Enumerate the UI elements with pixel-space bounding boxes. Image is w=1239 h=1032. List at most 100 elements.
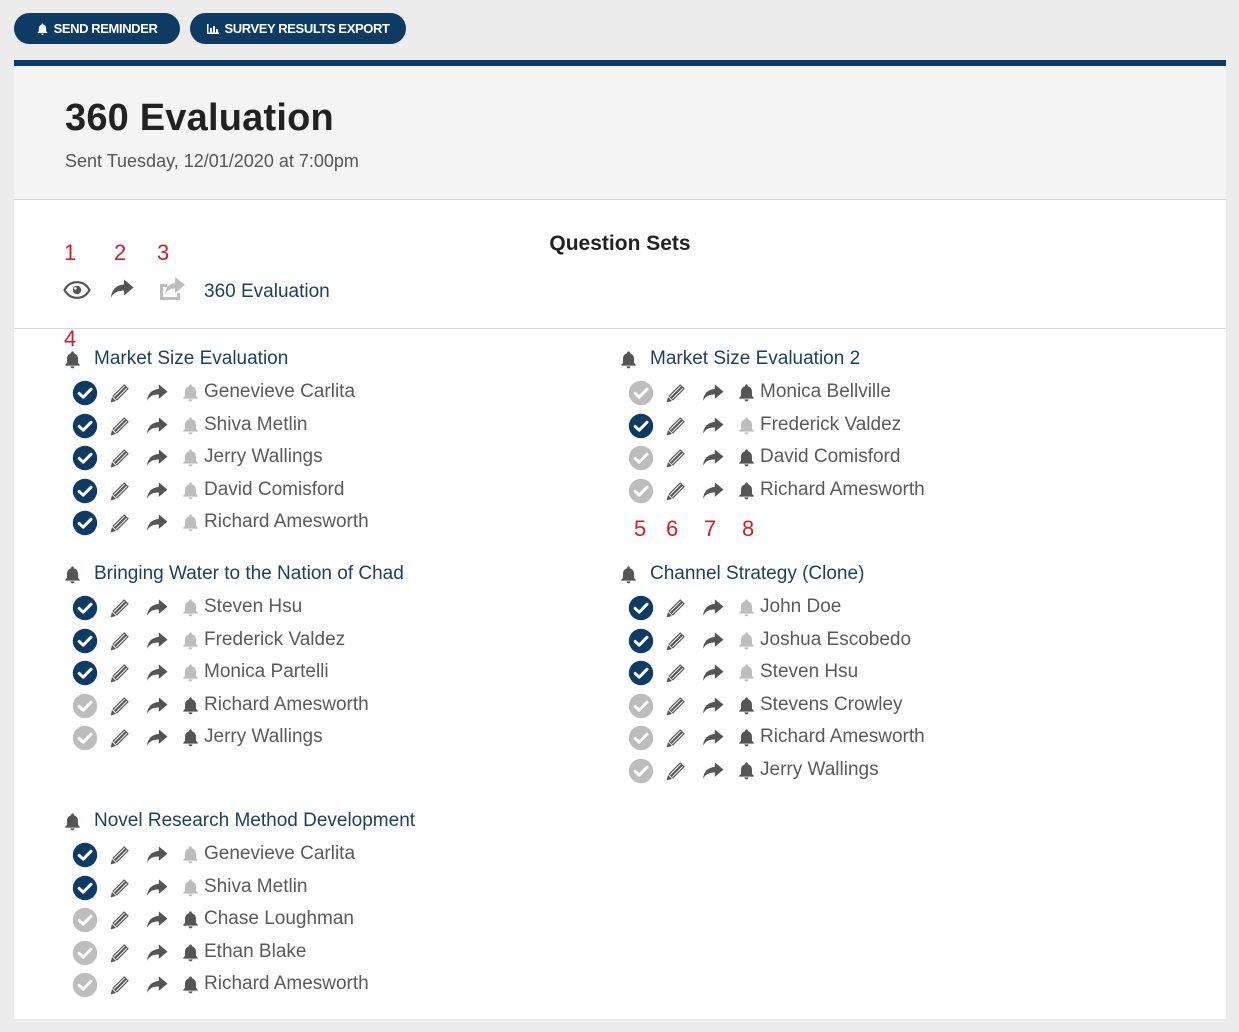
pencil-icon[interactable]: [109, 597, 131, 619]
group-bell-icon[interactable]: [63, 565, 82, 584]
check-circle-pending-icon[interactable]: [628, 445, 654, 471]
pencil-icon[interactable]: [665, 480, 687, 502]
check-circle-icon[interactable]: [72, 875, 98, 901]
pencil-icon[interactable]: [109, 909, 131, 931]
group-title-link[interactable]: Market Size Evaluation 2: [650, 348, 860, 370]
send-reminder-button[interactable]: SEND REMINDER: [14, 13, 180, 44]
share-icon[interactable]: [701, 416, 725, 436]
share-icon[interactable]: [701, 383, 725, 403]
reminder-bell-icon[interactable]: [181, 513, 200, 532]
pencil-icon[interactable]: [665, 695, 687, 717]
group-bell-icon[interactable]: [63, 350, 82, 369]
reminder-bell-icon[interactable]: [737, 728, 756, 747]
check-circle-pending-icon[interactable]: [72, 725, 98, 751]
reminder-bell-icon[interactable]: [181, 631, 200, 650]
check-circle-icon[interactable]: [72, 660, 98, 686]
pencil-icon[interactable]: [109, 844, 131, 866]
share-icon[interactable]: [145, 878, 169, 898]
group-bell-icon[interactable]: [63, 812, 82, 831]
pencil-icon[interactable]: [109, 662, 131, 684]
reminder-bell-icon[interactable]: [737, 696, 756, 715]
share-icon[interactable]: [145, 481, 169, 501]
reminder-bell-icon[interactable]: [737, 631, 756, 650]
share-icon[interactable]: [145, 416, 169, 436]
pencil-icon[interactable]: [109, 877, 131, 899]
pencil-icon[interactable]: [109, 695, 131, 717]
pencil-icon[interactable]: [109, 480, 131, 502]
pencil-icon[interactable]: [665, 727, 687, 749]
check-circle-icon[interactable]: [72, 413, 98, 439]
share-icon[interactable]: [701, 481, 725, 501]
check-circle-icon[interactable]: [628, 595, 654, 621]
reminder-bell-icon[interactable]: [181, 481, 200, 500]
share-icon[interactable]: [701, 448, 725, 468]
reminder-bell-icon[interactable]: [737, 761, 756, 780]
reminder-bell-icon[interactable]: [181, 845, 200, 864]
check-circle-pending-icon[interactable]: [628, 725, 654, 751]
share-icon[interactable]: [145, 943, 169, 963]
share-icon[interactable]: [701, 761, 725, 781]
check-circle-pending-icon[interactable]: [628, 478, 654, 504]
pencil-icon[interactable]: [109, 630, 131, 652]
share-icon[interactable]: [701, 663, 725, 683]
share-icon[interactable]: [701, 631, 725, 651]
reminder-bell-icon[interactable]: [737, 598, 756, 617]
check-circle-pending-icon[interactable]: [72, 907, 98, 933]
group-title-link[interactable]: Bringing Water to the Nation of Chad: [94, 563, 404, 585]
check-circle-pending-icon[interactable]: [72, 972, 98, 998]
reminder-bell-icon[interactable]: [181, 728, 200, 747]
pencil-icon[interactable]: [665, 415, 687, 437]
reminder-bell-icon[interactable]: [181, 663, 200, 682]
group-title-link[interactable]: Channel Strategy (Clone): [650, 563, 864, 585]
pencil-icon[interactable]: [665, 662, 687, 684]
check-circle-pending-icon[interactable]: [72, 693, 98, 719]
group-title-link[interactable]: Novel Research Method Development: [94, 810, 415, 832]
check-circle-icon[interactable]: [628, 628, 654, 654]
pencil-icon[interactable]: [665, 760, 687, 782]
eye-icon[interactable]: [63, 281, 91, 299]
pencil-icon[interactable]: [665, 597, 687, 619]
check-circle-pending-icon[interactable]: [628, 758, 654, 784]
check-circle-icon[interactable]: [72, 842, 98, 868]
question-set-link[interactable]: 360 Evaluation: [204, 281, 330, 303]
share-icon[interactable]: [701, 728, 725, 748]
check-circle-icon[interactable]: [628, 413, 654, 439]
check-circle-pending-icon[interactable]: [628, 693, 654, 719]
share-icon[interactable]: [145, 696, 169, 716]
check-circle-pending-icon[interactable]: [72, 940, 98, 966]
share-icon[interactable]: [109, 278, 135, 300]
reminder-bell-icon[interactable]: [737, 416, 756, 435]
reminder-bell-icon[interactable]: [737, 481, 756, 500]
pencil-icon[interactable]: [109, 974, 131, 996]
reminder-bell-icon[interactable]: [737, 448, 756, 467]
pencil-icon[interactable]: [109, 382, 131, 404]
reminder-bell-icon[interactable]: [181, 696, 200, 715]
share-icon[interactable]: [145, 631, 169, 651]
share-square-icon[interactable]: [157, 276, 187, 302]
reminder-bell-icon[interactable]: [181, 910, 200, 929]
pencil-icon[interactable]: [665, 447, 687, 469]
share-icon[interactable]: [145, 728, 169, 748]
check-circle-icon[interactable]: [72, 628, 98, 654]
reminder-bell-icon[interactable]: [737, 383, 756, 402]
share-icon[interactable]: [145, 845, 169, 865]
check-circle-icon[interactable]: [72, 380, 98, 406]
share-icon[interactable]: [145, 910, 169, 930]
pencil-icon[interactable]: [665, 382, 687, 404]
reminder-bell-icon[interactable]: [181, 943, 200, 962]
reminder-bell-icon[interactable]: [181, 383, 200, 402]
survey-results-export-button[interactable]: SURVEY RESULTS EXPORT: [190, 13, 406, 44]
check-circle-icon[interactable]: [72, 478, 98, 504]
group-title-link[interactable]: Market Size Evaluation: [94, 348, 288, 370]
share-icon[interactable]: [145, 975, 169, 995]
check-circle-icon[interactable]: [72, 445, 98, 471]
check-circle-pending-icon[interactable]: [628, 380, 654, 406]
pencil-icon[interactable]: [665, 630, 687, 652]
share-icon[interactable]: [145, 598, 169, 618]
share-icon[interactable]: [145, 448, 169, 468]
reminder-bell-icon[interactable]: [181, 598, 200, 617]
share-icon[interactable]: [701, 696, 725, 716]
check-circle-icon[interactable]: [628, 660, 654, 686]
check-circle-icon[interactable]: [72, 510, 98, 536]
share-icon[interactable]: [701, 598, 725, 618]
